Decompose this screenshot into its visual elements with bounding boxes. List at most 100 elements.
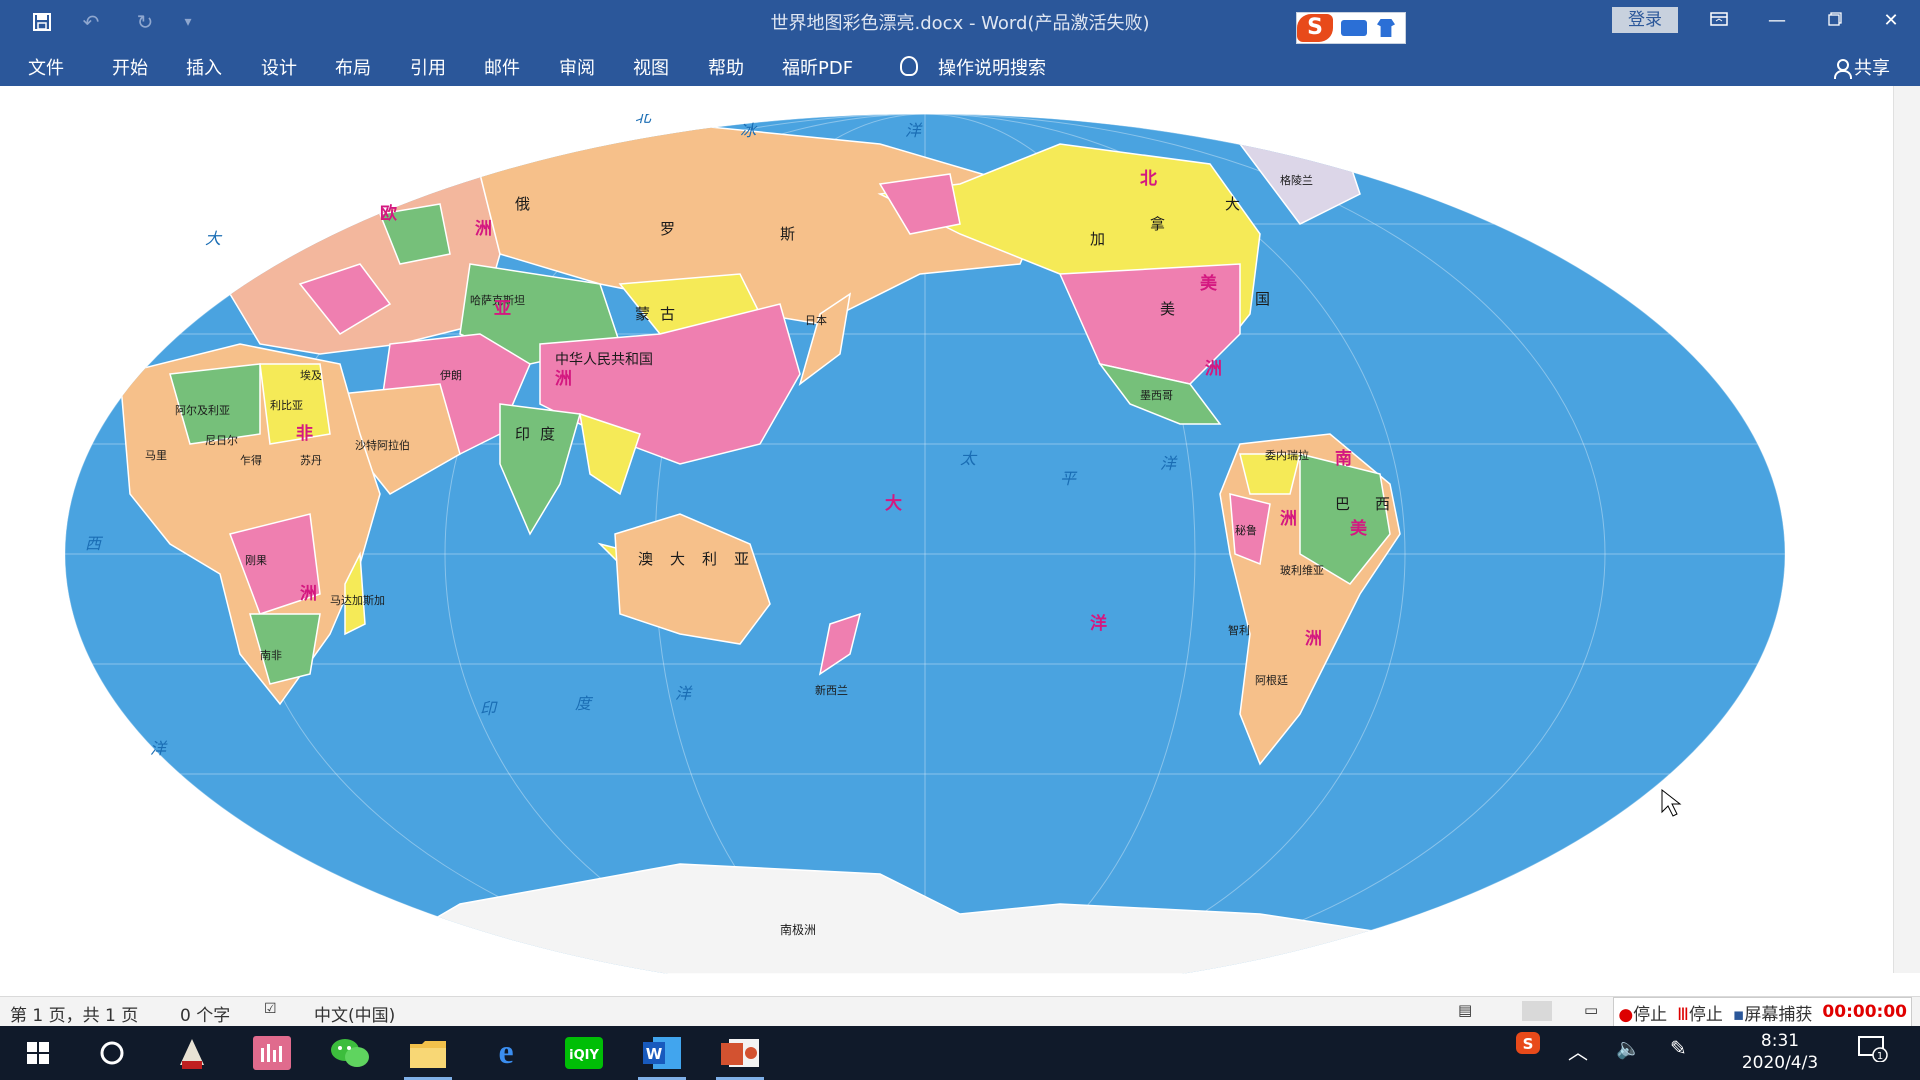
close-icon[interactable]: ✕: [1868, 6, 1914, 36]
print-layout-icon[interactable]: [1522, 1001, 1552, 1021]
map-label-brazil-2: 西: [1375, 495, 1390, 513]
ocean-char: 洋: [905, 121, 923, 140]
map-label-usa-2: 国: [1255, 290, 1270, 308]
map-label-brazil-1: 巴: [1335, 495, 1350, 513]
tab-review[interactable]: 审阅: [559, 54, 595, 80]
map-label-south-africa: 南非: [260, 649, 282, 662]
skin-icon[interactable]: [1377, 19, 1395, 37]
screen-capture-button[interactable]: ▪屏幕捕获: [1733, 1000, 1813, 1025]
map-label-venezuela: 委内瑞拉: [1265, 448, 1309, 462]
recording-timer: 00:00:00: [1822, 1002, 1907, 1022]
taskbar-clock[interactable]: 8:31 2020/4/3: [1730, 1030, 1830, 1074]
recorder-audio-stop-button[interactable]: Ⅲ停止: [1677, 1000, 1723, 1025]
continent-char: 南: [1335, 448, 1352, 469]
notification-center-icon[interactable]: 1: [1858, 1036, 1888, 1067]
page-count[interactable]: 第 1 页，共 1 页: [10, 1001, 138, 1026]
ocean-char: 洋: [675, 684, 693, 703]
map-label-new-zealand: 新西兰: [815, 683, 848, 697]
tab-file[interactable]: 文件: [28, 54, 64, 80]
language-indicator[interactable]: 中文(中国): [314, 1001, 395, 1026]
ocean-char: 北: [635, 114, 653, 126]
audio-icon: Ⅲ: [1677, 1004, 1689, 1025]
lightbulb-icon: [900, 56, 918, 76]
map-label-chile: 智利: [1228, 623, 1250, 637]
chevron-up-icon[interactable]: ︿: [1568, 1036, 1588, 1065]
map-label-saudi-arabia: 沙特阿拉伯: [355, 438, 410, 452]
vertical-scrollbar[interactable]: [1893, 86, 1920, 973]
notification-count: 1: [1877, 1051, 1883, 1062]
tab-help[interactable]: 帮助: [708, 54, 744, 80]
file-explorer-icon[interactable]: [398, 1032, 458, 1080]
world-map-image: 俄 罗 斯 中华人民共和国 蒙 古 印 度 加 拿 大 美 国 巴 西 澳 大 …: [65, 114, 1785, 974]
continent-char: 洲: [1305, 629, 1322, 649]
word-icon[interactable]: W: [632, 1032, 692, 1080]
recorder-stop-button[interactable]: ●停止: [1618, 1000, 1667, 1025]
continent-char: 洲: [475, 219, 492, 239]
tab-home[interactable]: 开始: [112, 54, 148, 80]
ribbon-tabs: 文件 开始 插入 设计 布局 引用 邮件 审阅 视图 帮助 福昕PDF 操作说明…: [0, 44, 1920, 86]
tab-layout[interactable]: 布局: [335, 54, 371, 80]
music-app-icon[interactable]: [242, 1032, 302, 1074]
map-label-mongolia-1: 蒙: [635, 305, 650, 323]
tab-view[interactable]: 视图: [633, 54, 669, 80]
volume-icon[interactable]: 🔈: [1616, 1036, 1641, 1060]
restore-icon[interactable]: [1812, 6, 1858, 36]
powerpoint-icon[interactable]: [710, 1032, 770, 1080]
tab-design[interactable]: 设计: [261, 54, 297, 80]
map-label-mali: 马里: [145, 449, 167, 462]
login-button[interactable]: 登录: [1612, 7, 1678, 33]
map-label-usa-1: 美: [1160, 300, 1175, 318]
read-mode-icon[interactable]: ▤: [1458, 1001, 1472, 1019]
minimize-icon[interactable]: —: [1754, 6, 1800, 36]
map-label-mongolia-2: 古: [660, 305, 675, 323]
map-label-egypt: 埃及: [300, 368, 322, 382]
windows-start-icon[interactable]: [8, 1032, 68, 1074]
cortana-icon[interactable]: [82, 1032, 142, 1074]
map-label-peru: 秘鲁: [1235, 523, 1257, 537]
word-count[interactable]: 0 个字: [180, 1001, 230, 1026]
share-button[interactable]: 共享: [1834, 54, 1890, 80]
pen-icon[interactable]: ✎: [1670, 1036, 1687, 1060]
tab-mailings[interactable]: 邮件: [484, 54, 520, 80]
ocean-char: 大: [205, 229, 223, 248]
capture-icon: ▪: [1732, 1004, 1745, 1025]
continent-char: 欧: [380, 203, 397, 224]
wechat-icon[interactable]: [320, 1032, 380, 1074]
screen-recorder-toolbar: ●停止 Ⅲ停止 ▪屏幕捕获 00:00:00: [1613, 997, 1912, 1027]
map-label-bolivia: 玻利维亚: [1280, 564, 1324, 577]
map-label-chad: 乍得: [240, 453, 262, 467]
title-bar: ↶ ↻ ▾ 世界地图彩色漂亮.docx - Word(产品激活失败) S 登录 …: [0, 0, 1920, 44]
clock-time: 8:31: [1760, 1031, 1800, 1051]
screen-capture-label: 屏幕捕获: [1744, 1004, 1813, 1025]
sogou-tray-icon[interactable]: S: [1516, 1032, 1540, 1059]
edge-icon[interactable]: e: [476, 1032, 536, 1074]
clock-date: 2020/4/3: [1741, 1053, 1819, 1073]
sogou-icon[interactable]: S: [1297, 14, 1333, 42]
europe-landmass: [229, 173, 501, 355]
continent-char: 洲: [555, 369, 572, 389]
ocean-char: 洋: [1160, 454, 1178, 473]
svg-text:iQIY: iQIY: [569, 1048, 599, 1063]
map-label-libya: 利比亚: [270, 399, 303, 412]
tab-references[interactable]: 引用: [410, 54, 446, 80]
keyboard-icon[interactable]: [1341, 20, 1367, 36]
tab-foxit-pdf[interactable]: 福昕PDF: [782, 54, 853, 80]
pdf-app-icon[interactable]: [162, 1032, 222, 1074]
map-label-russia-3: 斯: [780, 225, 795, 243]
windows-taskbar: e iQIY W S ︿ 🔈 ✎ 8:31 2020/4/3 1: [0, 1026, 1920, 1080]
map-label-canada-3: 大: [1225, 195, 1240, 213]
person-icon: [1834, 59, 1852, 79]
iqiyi-icon[interactable]: iQIY: [554, 1032, 614, 1074]
ocean-char: 冰: [740, 121, 758, 140]
proofing-icon[interactable]: ☑: [264, 1001, 277, 1017]
ribbon-display-icon[interactable]: [1696, 6, 1742, 36]
continent-char: 洲: [1205, 359, 1222, 379]
map-label-australia-1: 澳: [638, 550, 653, 568]
recorder-stop-label: 停止: [1633, 1004, 1668, 1025]
tell-me-search[interactable]: 操作说明搜索: [938, 54, 1046, 80]
web-layout-icon[interactable]: ▭: [1584, 1001, 1598, 1019]
sogou-ime-toolbar[interactable]: S: [1296, 12, 1406, 44]
map-label-australia-3: 利: [702, 550, 717, 568]
tab-insert[interactable]: 插入: [186, 54, 222, 80]
svg-text:W: W: [646, 1045, 663, 1063]
